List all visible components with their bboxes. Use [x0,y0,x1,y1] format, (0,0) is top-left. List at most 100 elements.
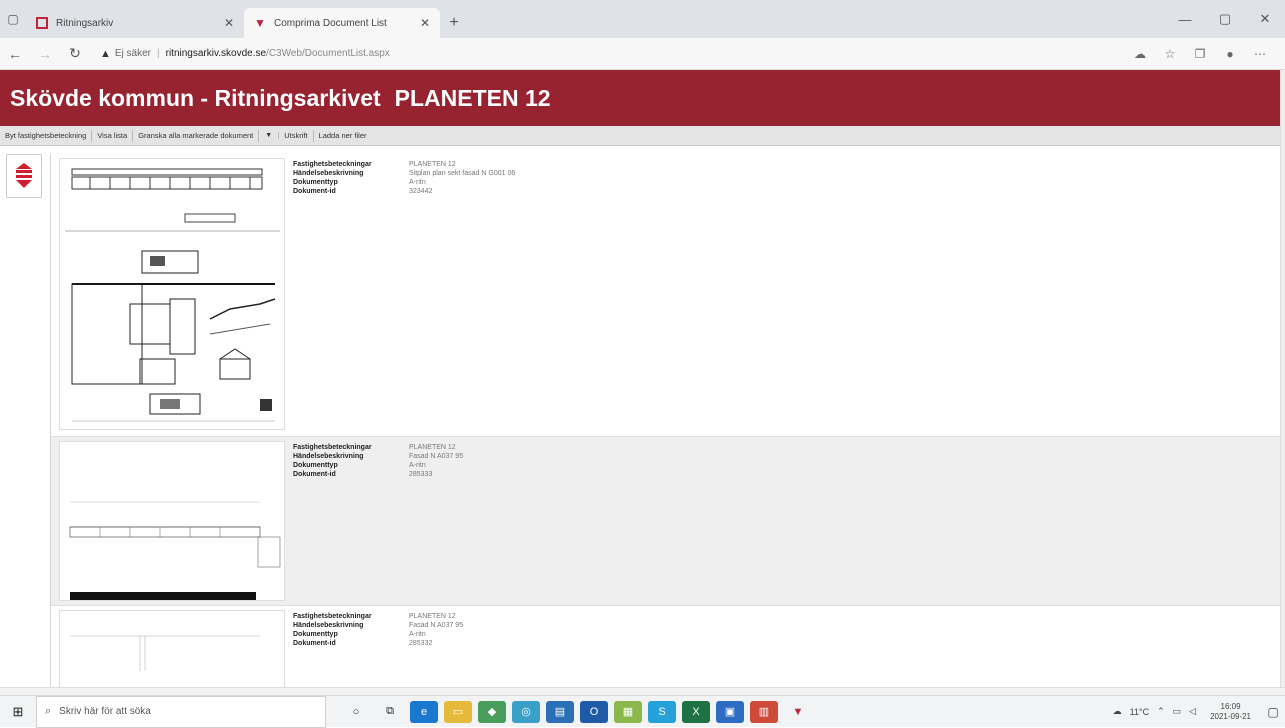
value-docid: 285332 [409,640,433,647]
download-files-button[interactable]: Ladda ner filer [314,130,372,142]
value-docid: 285333 [409,471,433,478]
window-menu-icon[interactable]: ▢ [0,0,26,38]
site-title: Skövde kommun - Ritningsarkivet [10,84,381,111]
url-path: /C3Web/DocumentList.aspx [266,48,390,59]
minimize-icon[interactable]: — [1165,12,1205,27]
horizontal-scrollbar[interactable] [0,687,1285,695]
drawing-thumbnail[interactable] [59,158,285,430]
maximize-icon[interactable]: ▢ [1205,11,1245,27]
tab-label: Ritningsarkiv [56,17,114,29]
volume-icon[interactable]: ◁ [1189,706,1196,717]
dropdown-arrow-icon[interactable]: ▼ [259,132,280,139]
value-docid: 323442 [409,188,433,195]
label-event: Händelsebeskrivning [293,170,364,177]
outlook-icon[interactable]: O [580,700,608,723]
document-row[interactable]: Fastighetsbeteckningar PLANETEN 12 Händel… [51,154,1280,437]
read-aloud-icon[interactable]: ☁ [1125,47,1155,61]
window-controls: — ▢ ✕ [1165,0,1285,38]
show-list-button[interactable]: Visa lista [92,129,134,142]
search-icon: ⌕ [45,705,52,717]
tab-label: Comprima Document List [274,17,387,29]
ritningsarkiv-favicon [36,17,48,29]
drawing-thumbnail[interactable] [59,441,285,601]
url-separator: | [157,48,160,59]
windows-taskbar: ⊞ ⌕ Skriv här för att söka ○ ⧉ e ▭ ◆ ◎ ▤… [0,695,1285,728]
comprima-taskbar-icon[interactable]: ▼ [784,701,812,723]
vertical-scrollbar[interactable] [1280,70,1285,687]
change-property-button[interactable]: Byt fastighetsbeteckning [0,129,93,142]
system-tray: ☁ 11°C ⌃ ▭ ◁ 16:09 2021-09-21 ▢ [1113,702,1285,722]
comprima-favicon: ▼ [254,16,266,30]
comprima-logo-icon[interactable] [6,154,42,198]
warning-icon[interactable]: ▲ [100,48,111,60]
excel-icon[interactable]: X [682,700,710,723]
tray-chevron-icon[interactable]: ⌃ [1157,706,1165,717]
close-tab-icon[interactable]: ✕ [420,16,430,30]
address-bar: ← → ↻ ▲ Ej säker | ritningsarkiv.skovde.… [0,38,1285,70]
new-tab-icon[interactable]: + [440,8,468,38]
value-event: Sitplan plan sekt fasad N G001 06 [409,170,516,177]
task-view-icon[interactable]: ⧉ [376,701,404,723]
security-status: Ej säker [114,48,152,59]
app-icon[interactable]: ▣ [716,700,744,723]
windows-start-icon[interactable]: ⊞ [0,704,36,720]
review-marked-button[interactable]: Granska alla markerade dokument [133,129,260,142]
clock-date: 2021-09-21 [1210,711,1251,721]
label-property: Fastighetsbeteckningar [293,444,372,451]
more-menu-icon[interactable]: ⋯ [1245,47,1275,61]
taskbar-search-input[interactable]: ⌕ Skriv här för att söka [36,695,326,728]
drawing-thumbnail[interactable] [59,610,285,687]
browser-tab-strip: ▢ Ritningsarkiv ✕ ▼ Comprima Document Li… [0,0,1285,38]
label-docid: Dokument-id [293,471,336,478]
url-field[interactable]: ▲ Ej säker | ritningsarkiv.skovde.se /C3… [100,48,1125,60]
document-metadata: Fastighetsbeteckningar PLANETEN 12 Händel… [293,443,463,605]
value-doctype: A-ritn [409,179,426,186]
collections-icon[interactable]: ❐ [1185,47,1215,61]
clock-time: 16:09 [1220,701,1241,711]
weather-icon[interactable]: ☁ [1113,706,1122,717]
file-explorer-icon[interactable]: ▭ [444,700,472,723]
value-property: PLANETEN 12 [409,444,456,451]
cortana-icon[interactable]: ○ [342,701,370,723]
clock[interactable]: 16:09 2021-09-21 [1210,702,1251,722]
label-property: Fastighetsbeteckningar [293,613,372,620]
document-row[interactable]: Fastighetsbeteckningar PLANETEN 12 Händel… [51,437,1280,606]
close-tab-icon[interactable]: ✕ [224,16,234,30]
edge-icon[interactable]: e [410,700,438,723]
tab-comprima-document-list[interactable]: ▼ Comprima Document List ✕ [244,8,440,38]
profile-icon[interactable]: ● [1215,47,1245,61]
taskbar-apps: ○ ⧉ e ▭ ◆ ◎ ▤ O ▦ S X ▣ ▥ ▼ [342,700,818,723]
close-window-icon[interactable]: ✕ [1245,11,1285,27]
app-icon[interactable]: ◆ [478,700,506,723]
app-icon[interactable]: ▦ [614,700,642,723]
print-button[interactable]: Utskrift [279,129,314,142]
value-event: Fasad N A037 95 [409,622,464,629]
property-title: PLANETEN 12 [394,84,551,111]
document-metadata: Fastighetsbeteckningar PLANETEN 12 Händel… [293,160,515,436]
app-icon[interactable]: ▤ [546,700,574,723]
reload-icon[interactable]: ↻ [60,45,90,62]
document-row[interactable]: Fastighetsbeteckningar PLANETEN 12 Händel… [51,606,1280,687]
label-docid: Dokument-id [293,640,336,647]
tab-ritningsarkiv[interactable]: Ritningsarkiv ✕ [26,8,244,38]
value-property: PLANETEN 12 [409,161,456,168]
forward-icon[interactable]: → [30,46,60,62]
notifications-icon[interactable]: ▢ [1261,705,1285,719]
document-toolbar: Byt fastighetsbeteckning Visa lista Gran… [0,126,1280,146]
page-banner: Skövde kommun - Ritningsarkivet PLANETEN… [0,70,1280,126]
back-icon[interactable]: ← [0,46,30,62]
label-doctype: Dokumenttyp [293,631,338,638]
value-property: PLANETEN 12 [409,613,456,620]
label-event: Händelsebeskrivning [293,622,364,629]
url-host: ritningsarkiv.skovde.se [165,48,267,59]
app-icon[interactable]: S [648,700,676,723]
network-icon[interactable]: ▭ [1173,706,1182,717]
label-doctype: Dokumenttyp [293,462,338,469]
app-icon[interactable]: ▥ [750,700,778,723]
document-list: Fastighetsbeteckningar PLANETEN 12 Händel… [50,154,1280,687]
favorites-star-icon[interactable]: ☆ [1155,47,1185,61]
weather-temp[interactable]: 11°C [1130,707,1149,717]
search-placeholder: Skriv här för att söka [59,706,151,717]
app-icon[interactable]: ◎ [512,700,540,723]
value-doctype: A-ritn [409,462,426,469]
